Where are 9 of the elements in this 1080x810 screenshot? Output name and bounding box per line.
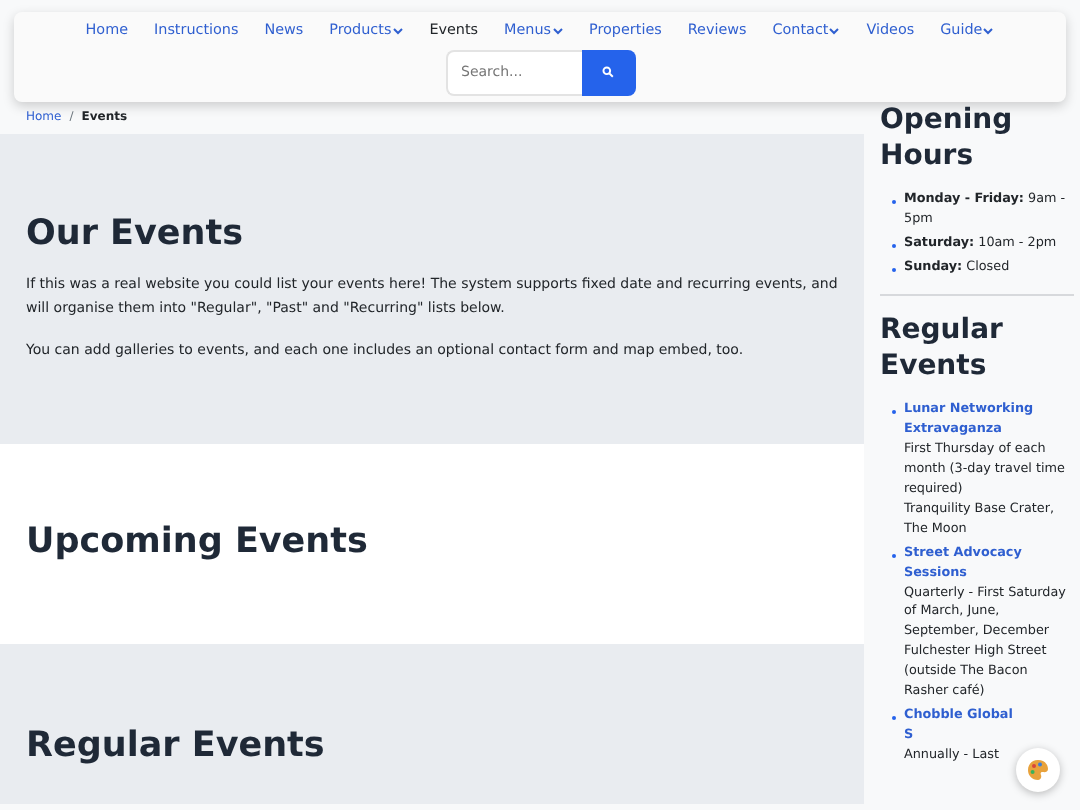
palette-button[interactable]: [1016, 748, 1060, 792]
section-heading: Regular Events: [26, 725, 327, 768]
search-icon: [602, 66, 614, 79]
palette-icon: [1026, 758, 1050, 782]
section-heading: Upcoming Events: [26, 522, 370, 565]
section-heading: Our Events: [26, 214, 246, 257]
search-button[interactable]: [581, 49, 635, 96]
sidebar-heading: Regular Events: [880, 311, 1005, 385]
sidebar-heading: Opening Hours: [880, 101, 1015, 175]
